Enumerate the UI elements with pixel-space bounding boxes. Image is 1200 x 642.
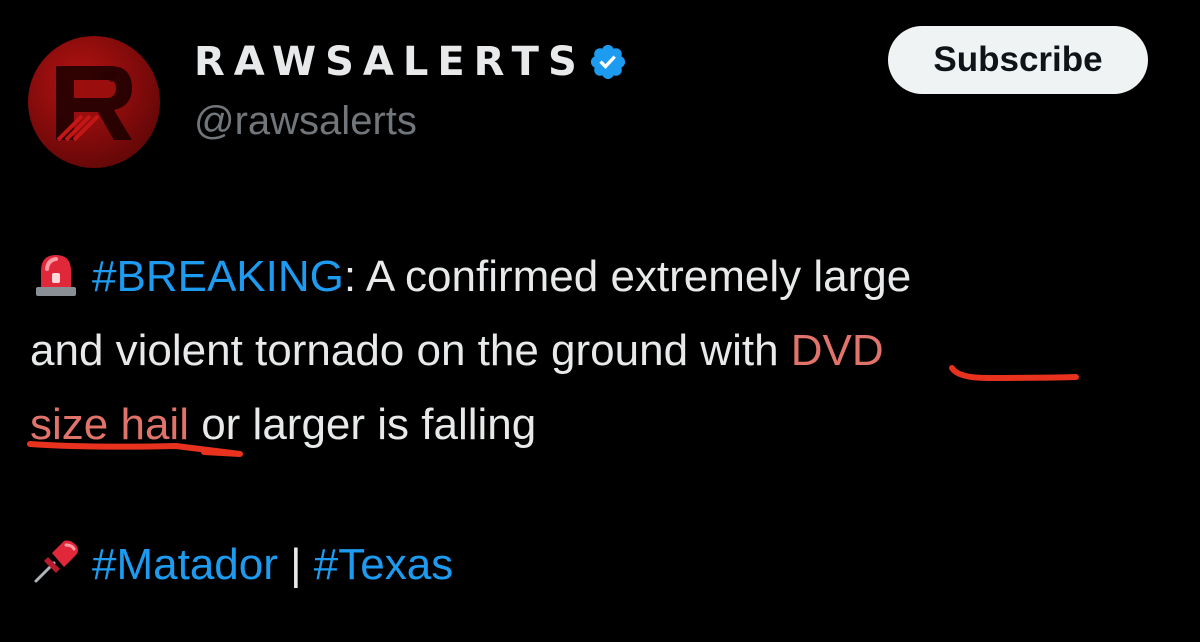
matador-hashtag-link[interactable]: #Matador	[92, 540, 278, 589]
tweet-line-2: and violent tornado on the ground with D…	[30, 314, 1180, 388]
highlight-size-hail: size hail	[30, 400, 189, 449]
tweet-line-3: size hail or larger is falling	[27, 388, 1180, 462]
tweet-line-2-text: and violent tornado on the ground with	[30, 326, 791, 375]
texas-hashtag-link[interactable]: #Texas	[314, 540, 453, 589]
pushpin-icon	[30, 535, 82, 587]
raws-logo-icon	[56, 66, 132, 142]
tweet-text: #BREAKING: A confirmed extremely large a…	[27, 240, 1180, 462]
tweet-line-1-text: : A confirmed extremely large	[343, 252, 912, 301]
name-row: RAWSALERTS	[194, 34, 628, 90]
tag-separator: |	[277, 540, 314, 589]
tweet-line-1: #BREAKING: A confirmed extremely large	[30, 240, 1180, 314]
verified-badge-icon	[588, 42, 628, 82]
tags-line: #Matador | #Texas	[30, 528, 453, 602]
handle[interactable]: @rawsalerts	[194, 97, 417, 145]
police-siren-icon	[30, 247, 82, 299]
subscribe-button[interactable]: Subscribe	[888, 26, 1148, 94]
highlight-dvd: DVD	[790, 326, 884, 375]
avatar[interactable]	[28, 36, 160, 168]
red-underline-mark	[949, 365, 1079, 382]
tweet: RAWSALERTS @rawsalerts Subscribe #BREAKI…	[0, 0, 1200, 642]
breaking-hashtag-link[interactable]: #BREAKING	[92, 252, 344, 301]
display-name[interactable]: RAWSALERTS	[194, 34, 586, 90]
tweet-line-3-text: or larger is falling	[188, 400, 537, 449]
